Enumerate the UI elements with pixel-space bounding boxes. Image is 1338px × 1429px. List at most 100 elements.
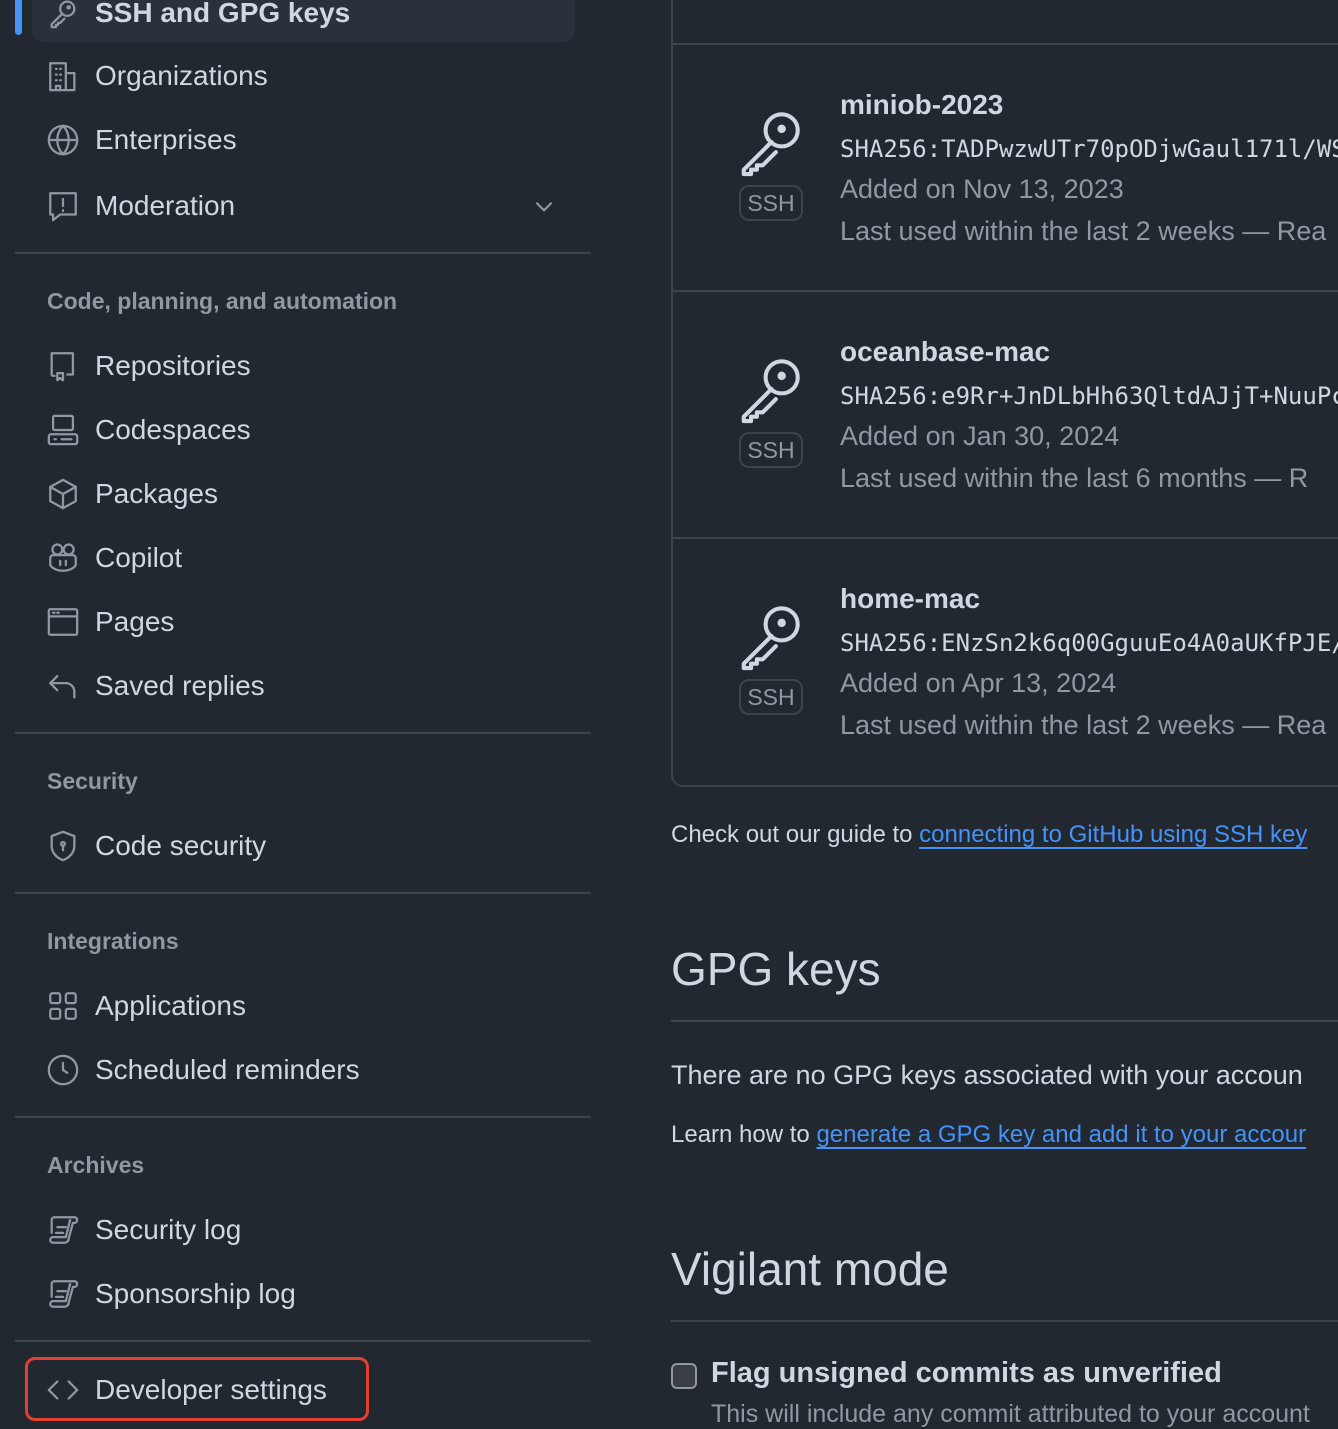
sidebar-item-applications[interactable]: Applications [32, 977, 575, 1035]
ssh-badge: SSH [739, 679, 803, 715]
log-icon [46, 1277, 80, 1311]
shield-lock-icon [46, 829, 80, 863]
row-divider [673, 43, 1338, 45]
key-last-used: Last used within the last 6 months — R [840, 463, 1309, 493]
key-icon [735, 601, 805, 671]
ssh-key-row: SSH home-mac SHA256:ENzSn2k6q00GguuEo4A0… [673, 537, 1338, 784]
gpg-keys-heading: GPG keys [671, 943, 881, 995]
key-title: miniob-2023 [840, 89, 1004, 120]
sidebar-item-label: Security log [95, 1214, 242, 1245]
vigilant-divider [671, 1320, 1338, 1322]
sidebar-item-label: Code security [95, 830, 267, 861]
ssh-guide-link[interactable]: connecting to GitHub using SSH key [919, 821, 1307, 848]
organization-icon [46, 59, 80, 93]
key-added-date: Added on Apr 13, 2024 [840, 668, 1117, 698]
key-last-used: Last used within the last 2 weeks — Rea [840, 216, 1327, 246]
sidebar-item-label: Sponsorship log [95, 1278, 296, 1309]
key-last-used: Last used within the last 2 weeks — Rea [840, 710, 1327, 740]
sidebar-item-developer-settings[interactable]: Developer settings [32, 1361, 575, 1419]
sidebar-item-security-log[interactable]: Security log [32, 1201, 575, 1259]
gpg-learn-prefix: Learn how to [671, 1121, 817, 1148]
ssh-key-row: SSH oceanbase-mac SHA256:e9Rr+JnDLbHh63Q… [673, 290, 1338, 537]
ssh-guide-text: Check out our guide to connecting to Git… [671, 821, 1307, 849]
sidebar-item-label: Pages [95, 606, 175, 637]
sidebar-item-label: Organizations [95, 60, 268, 91]
globe-icon [46, 123, 80, 157]
sidebar-item-label: Moderation [95, 190, 236, 221]
key-icon [735, 354, 805, 424]
key-added-date: Added on Jan 30, 2024 [840, 421, 1120, 451]
gpg-empty-text: There are no GPG keys associated with yo… [671, 1060, 1303, 1090]
sidebar-divider [15, 252, 591, 254]
sidebar-item-label: Scheduled reminders [95, 1054, 360, 1085]
reply-icon [46, 669, 80, 703]
sidebar-item-label: Copilot [95, 542, 183, 573]
row-divider [673, 537, 1338, 539]
ssh-guide-prefix: Check out our guide to [671, 821, 920, 848]
main-content: SSH miniob-2023 SHA256:TADPwzwUTr70pODjw… [671, 0, 1338, 1428]
ssh-key-row: SSH miniob-2023 SHA256:TADPwzwUTr70pODjw… [673, 43, 1338, 290]
gpg-divider [671, 1020, 1338, 1022]
package-icon [46, 477, 80, 511]
section-title-integrations: Integrations [47, 928, 179, 954]
sidebar-item-repositories[interactable]: Repositories [32, 337, 575, 395]
browser-icon [46, 605, 80, 639]
sidebar-item-label: Codespaces [95, 414, 251, 445]
log-icon [46, 1213, 80, 1247]
key-title: home-mac [840, 583, 981, 614]
vigilant-mode-heading: Vigilant mode [671, 1243, 949, 1295]
key-fingerprint: SHA256:e9Rr+JnDLbHh63QltdAJjT+NuuPc [840, 382, 1338, 410]
section-title-archives: Archives [47, 1152, 145, 1178]
sidebar-item-copilot[interactable]: Copilot [32, 529, 575, 587]
apps-icon [46, 989, 80, 1023]
sidebar-item-enterprises[interactable]: Enterprises [32, 111, 575, 169]
sidebar-item-code-security[interactable]: Code security [32, 817, 575, 875]
ssh-badge: SSH [739, 432, 803, 468]
sidebar-item-ssh-gpg-keys[interactable]: SSH and GPG keys [32, 0, 575, 42]
repo-icon [46, 349, 80, 383]
section-title-security: Security [47, 768, 138, 794]
sidebar-item-packages[interactable]: Packages [32, 465, 575, 523]
flag-unsigned-commits-label[interactable]: Flag unsigned commits as unverified [711, 1357, 1222, 1390]
ssh-badge: SSH [739, 185, 803, 221]
sidebar-item-label: Repositories [95, 350, 251, 381]
ssh-keys-list: SSH miniob-2023 SHA256:TADPwzwUTr70pODjw… [671, 0, 1338, 787]
sidebar-item-label: Saved replies [95, 670, 265, 701]
codespaces-icon [46, 413, 80, 447]
gpg-learn-text: Learn how to generate a GPG key and add … [671, 1121, 1306, 1149]
sidebar-item-label: Enterprises [95, 124, 237, 155]
key-fingerprint: SHA256:TADPwzwUTr70pODjwGaul171l/WS [840, 135, 1338, 163]
flag-unsigned-commits-description: This will include any commit attributed … [711, 1400, 1310, 1428]
sidebar-divider [15, 1116, 591, 1118]
sidebar-item-saved-replies[interactable]: Saved replies [32, 657, 575, 715]
sidebar-item-codespaces[interactable]: Codespaces [32, 401, 575, 459]
sidebar-divider [15, 1340, 591, 1342]
key-title: oceanbase-mac [840, 336, 1051, 367]
key-fingerprint: SHA256:ENzSn2k6q00GguuEo4A0aUKfPJE/ [840, 629, 1338, 657]
copilot-icon [46, 541, 80, 575]
settings-sidebar: SSH and GPG keys Organizations Enterpris… [0, 0, 600, 1428]
sidebar-item-sponsorship-log[interactable]: Sponsorship log [32, 1265, 575, 1323]
flag-unsigned-commits-checkbox[interactable] [671, 1363, 697, 1389]
key-icon [735, 107, 805, 177]
active-indicator [15, 0, 22, 35]
sidebar-item-label: SSH and GPG keys [95, 0, 351, 28]
sidebar-item-label: Applications [95, 990, 246, 1021]
sidebar-divider [15, 732, 591, 734]
clock-icon [46, 1053, 80, 1087]
key-added-date: Added on Nov 13, 2023 [840, 174, 1124, 204]
report-icon [46, 189, 80, 223]
sidebar-item-label: Developer settings [95, 1374, 327, 1405]
sidebar-item-pages[interactable]: Pages [32, 593, 575, 651]
sidebar-item-organizations[interactable]: Organizations [32, 47, 575, 105]
sidebar-item-scheduled-reminders[interactable]: Scheduled reminders [32, 1041, 575, 1099]
row-divider [673, 290, 1338, 292]
code-icon [46, 1373, 80, 1407]
sidebar-item-label: Packages [95, 478, 218, 509]
sidebar-divider [15, 892, 591, 894]
chevron-down-icon[interactable] [531, 193, 557, 219]
section-title-code-planning: Code, planning, and automation [47, 288, 398, 314]
gpg-learn-link[interactable]: generate a GPG key and add it to your ac… [816, 1121, 1306, 1148]
sidebar-item-moderation[interactable]: Moderation [32, 177, 575, 235]
key-icon [46, 0, 80, 30]
